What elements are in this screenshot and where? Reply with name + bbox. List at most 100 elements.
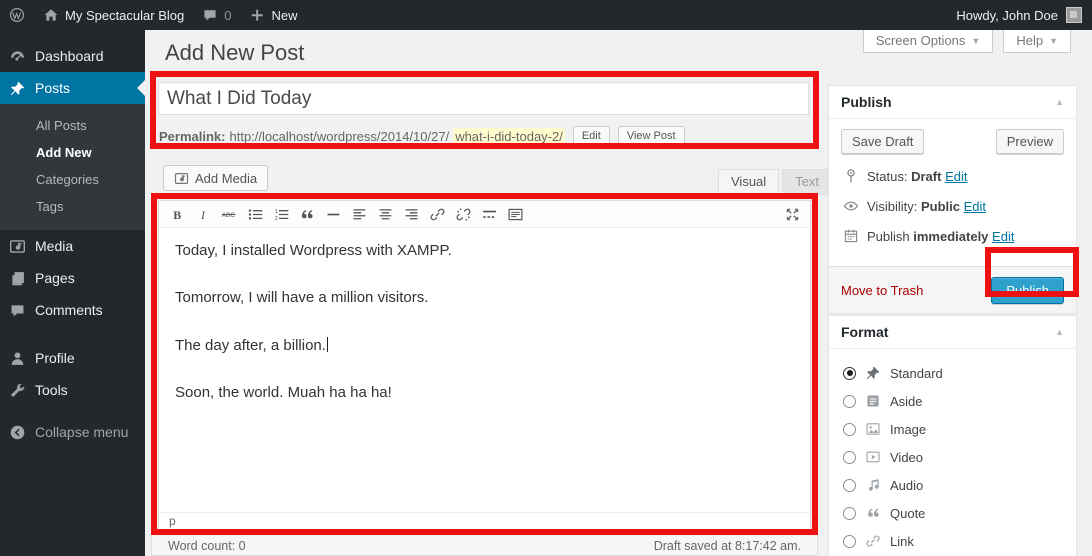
howdy-text[interactable]: Howdy, John Doe xyxy=(956,8,1058,23)
format-option[interactable]: Link xyxy=(841,527,1064,555)
collapse-icon xyxy=(9,424,26,441)
format-option-label: Quote xyxy=(890,506,925,521)
editor-element-path[interactable]: p xyxy=(159,512,810,531)
post-title-input[interactable]: What I Did Today xyxy=(158,82,809,115)
pages-icon xyxy=(9,270,26,287)
posts-submenu-item[interactable]: All Posts xyxy=(0,112,145,139)
format-option[interactable]: Audio xyxy=(841,471,1064,499)
editor-tab-label: Visual xyxy=(731,174,766,189)
publish-misc-rows: Status: Draft Edit Visibility: Public Ed… xyxy=(841,168,1064,244)
italic-icon[interactable]: I xyxy=(191,203,215,225)
radio-button[interactable] xyxy=(843,507,856,520)
sidebar-item[interactable]: Tools xyxy=(0,374,145,406)
editor-toolbar: BI ABC 12 xyxy=(159,201,810,228)
setting-label: Status: xyxy=(867,169,907,184)
edit-link[interactable]: Edit xyxy=(964,199,986,214)
sidebar-item[interactable]: Media xyxy=(0,230,145,262)
editor-tab-label: Text xyxy=(795,174,819,189)
video-icon xyxy=(865,449,881,465)
format-option-label: Aside xyxy=(890,394,923,409)
bullet-list-icon[interactable] xyxy=(243,203,267,225)
tools-icon xyxy=(9,382,26,399)
screen-options-tab[interactable]: Screen Options ▼ xyxy=(863,30,994,53)
avatar[interactable] xyxy=(1066,7,1082,23)
radio-button[interactable] xyxy=(843,479,856,492)
site-name: My Spectacular Blog xyxy=(65,8,184,23)
sidebar-item[interactable]: Collapse menu xyxy=(0,416,145,448)
comments-shortcut[interactable]: 0 xyxy=(193,0,240,30)
edit-permalink-button[interactable]: Edit xyxy=(573,126,610,146)
collapse-triangle-icon[interactable]: ▲ xyxy=(1055,97,1064,107)
view-post-button[interactable]: View Post xyxy=(618,126,685,146)
blockquote-icon[interactable] xyxy=(295,203,319,225)
dashboard-icon xyxy=(9,48,26,65)
editor-paragraph: Today, I installed Wordpress with XAMPP. xyxy=(175,241,794,261)
more-tag-icon[interactable] xyxy=(477,203,501,225)
site-link[interactable]: My Spectacular Blog xyxy=(34,0,193,30)
publish-panel-title: Publish xyxy=(841,94,892,110)
submenu-item-label: Add New xyxy=(36,145,92,160)
align-center-icon[interactable] xyxy=(373,203,397,225)
sidebar-item-posts[interactable]: Posts xyxy=(0,72,145,104)
posts-submenu-item[interactable]: Add New xyxy=(0,139,145,166)
align-left-icon[interactable] xyxy=(347,203,371,225)
format-option[interactable]: Video xyxy=(841,443,1064,471)
link-icon[interactable] xyxy=(425,203,449,225)
svg-text:ABC: ABC xyxy=(221,212,234,219)
format-option[interactable]: Aside xyxy=(841,387,1064,415)
sidebar-item-dashboard[interactable]: Dashboard xyxy=(0,40,145,72)
numbered-list-icon[interactable]: 12 xyxy=(269,203,293,225)
radio-button[interactable] xyxy=(843,395,856,408)
fullscreen-icon[interactable] xyxy=(780,203,804,225)
wordpress-logo-menu[interactable] xyxy=(0,0,34,30)
chevron-down-icon: ▼ xyxy=(1049,36,1058,46)
save-draft-button[interactable]: Save Draft xyxy=(841,129,924,154)
radio-button[interactable] xyxy=(843,367,856,380)
format-option[interactable]: Quote xyxy=(841,499,1064,527)
collapse-triangle-icon[interactable]: ▲ xyxy=(1055,327,1064,337)
unlink-icon[interactable] xyxy=(451,203,475,225)
publish-button[interactable]: Publish xyxy=(991,277,1064,304)
add-media-button[interactable]: Add Media xyxy=(163,165,268,191)
svg-text:B: B xyxy=(173,207,181,221)
audio-icon xyxy=(865,477,881,493)
format-option[interactable]: Standard xyxy=(841,359,1064,387)
bold-icon[interactable]: B xyxy=(165,203,189,225)
add-media-label: Add Media xyxy=(195,171,257,186)
screen-options-label: Screen Options xyxy=(876,33,966,48)
radio-button[interactable] xyxy=(843,535,856,548)
publish-panel-header[interactable]: Publish ▲ xyxy=(829,86,1076,119)
toolbar-toggle-icon[interactable] xyxy=(503,203,527,225)
format-option[interactable]: Image xyxy=(841,415,1064,443)
posts-submenu-item[interactable]: Tags xyxy=(0,193,145,220)
editor-mode-tab[interactable]: Visual xyxy=(718,169,779,195)
quote-icon xyxy=(865,505,881,521)
sidebar-item[interactable]: Pages xyxy=(0,262,145,294)
radio-button[interactable] xyxy=(843,451,856,464)
wordpress-admin-page: My Spectacular Blog 0 New Howdy, John Do… xyxy=(0,0,1092,556)
help-tab[interactable]: Help ▼ xyxy=(1003,30,1071,53)
admin-bar: My Spectacular Blog 0 New Howdy, John Do… xyxy=(0,0,1092,30)
preview-button[interactable]: Preview xyxy=(996,129,1064,154)
new-content-menu[interactable]: New xyxy=(240,0,306,30)
editor-content[interactable]: Today, I installed Wordpress with XAMPP.… xyxy=(159,228,810,512)
page-title: Add New Post xyxy=(165,40,304,66)
format-panel-header[interactable]: Format ▲ xyxy=(829,316,1076,349)
editor-mode-tab[interactable]: Text xyxy=(782,169,832,195)
align-right-icon[interactable] xyxy=(399,203,423,225)
media-icon xyxy=(174,171,189,186)
edit-link[interactable]: Edit xyxy=(992,229,1014,244)
edit-link[interactable]: Edit xyxy=(945,169,967,184)
post-editor: BI ABC 12 Today, I installed Wordpress wit… xyxy=(158,200,811,532)
sidebar-item[interactable]: Comments xyxy=(0,294,145,326)
pushpin-icon xyxy=(9,80,26,97)
sidebar-item[interactable]: Profile xyxy=(0,342,145,374)
posts-submenu-item[interactable]: Categories xyxy=(0,166,145,193)
editor-mode-tabs: Visual Text xyxy=(718,169,832,195)
setting-value: Draft xyxy=(911,169,941,184)
hr-icon[interactable] xyxy=(321,203,345,225)
comment-bubble-icon xyxy=(202,7,218,23)
radio-button[interactable] xyxy=(843,423,856,436)
move-to-trash-link[interactable]: Move to Trash xyxy=(841,283,923,298)
strikethrough-icon[interactable]: ABC xyxy=(217,203,241,225)
